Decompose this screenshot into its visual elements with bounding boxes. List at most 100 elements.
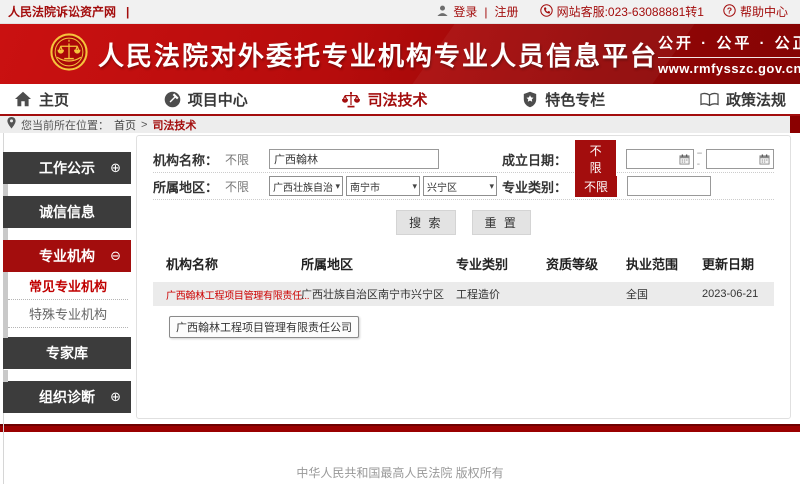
copyright-text: 中华人民共和国最高人民法院 版权所有 <box>296 466 503 480</box>
region-unlimited-option[interactable]: 不限 <box>225 178 255 195</box>
district-select[interactable]: 兴宁区 <box>423 176 497 196</box>
sidebar-item-label: 诚信信息 <box>39 202 95 222</box>
cell-region: 广西壮族自治区南宁市兴宁区 <box>301 286 456 302</box>
site-url: www.rmfysszc.gov.cn <box>658 58 800 76</box>
district-select-value: 兴宁区 <box>427 179 457 194</box>
badge-icon <box>522 91 538 108</box>
nav-label: 项目中心 <box>188 89 248 110</box>
col-header-scope: 执业范围 <box>626 254 702 273</box>
sidebar-item-org-diagnosis[interactable]: 组织诊断 ⊕ <box>3 381 131 413</box>
cell-scope: 全国 <box>626 286 702 302</box>
hotline-text[interactable]: 网站客服:023-63088881转1 <box>557 3 704 20</box>
category-input[interactable] <box>627 176 711 196</box>
reset-button[interactable]: 重 置 <box>472 210 531 235</box>
nav-item-judicial-tech[interactable]: 司法技术 <box>342 89 427 110</box>
sidebar-rail-decoration <box>3 184 8 196</box>
province-select-value: 广西壮族自治 <box>273 179 333 194</box>
site-banner: 人民法院对外委托专业机构专业人员信息平台 公开 · 公平 · 公正 www.rm… <box>0 24 800 84</box>
sidebar-rail-decoration <box>3 370 8 382</box>
org-name-unlimited-option[interactable]: 不限 <box>225 151 255 168</box>
col-header-region: 所属地区 <box>301 254 456 273</box>
content-panel: 机构名称： 不限 成立日期： 不限 --- 所属地区： 不限 广西壮族自治 南宁… <box>136 135 791 419</box>
sidebar-item-expert-pool[interactable]: 专家库 <box>3 337 131 369</box>
cell-category: 工程造价 <box>456 286 546 302</box>
col-header-org-name: 机构名称 <box>166 254 301 273</box>
sidebar-item-label: 专业机构 <box>39 246 95 266</box>
nav-item-policy[interactable]: 政策法规 <box>700 89 786 110</box>
category-unlimited-button[interactable]: 不限 <box>575 176 617 197</box>
nav-label: 政策法规 <box>726 89 786 110</box>
nav-item-project-center[interactable]: 项目中心 <box>164 89 248 110</box>
breadcrumb-current[interactable]: 司法技术 <box>152 117 196 133</box>
org-name-label: 机构名称： <box>153 150 225 169</box>
sidebar-item-work-publicity[interactable]: 工作公示 ⊕ <box>3 152 131 184</box>
user-icon <box>436 4 449 20</box>
help-link[interactable]: 帮助中心 <box>740 3 788 20</box>
site-link[interactable]: 人民法院诉讼资产网 <box>8 3 116 20</box>
nav-label: 司法技术 <box>367 89 427 110</box>
city-select-value: 南宁市 <box>350 179 380 194</box>
nav-item-home[interactable]: 主页 <box>14 89 69 110</box>
slogan: 公开 · 公平 · 公正 <box>658 32 800 58</box>
org-name-input[interactable] <box>269 149 439 169</box>
breadcrumb-separator: > <box>141 119 147 131</box>
court-emblem-logo <box>50 33 88 76</box>
book-icon <box>700 92 719 107</box>
submenu-item-label: 特殊专业机构 <box>29 304 107 323</box>
founded-unlimited-button[interactable]: 不限 <box>575 140 616 178</box>
nav-item-special-column[interactable]: 特色专栏 <box>522 89 605 110</box>
search-button[interactable]: 搜 索 <box>396 210 455 235</box>
expand-plus-icon[interactable]: ⊕ <box>110 389 121 405</box>
sidebar-submenu: 常见专业机构 特殊专业机构 <box>8 272 128 328</box>
project-center-icon <box>164 91 181 108</box>
breadcrumb-home[interactable]: 首页 <box>114 117 136 133</box>
table-row: 广西翰林工程项目管理有限责任... 广西壮族自治区南宁市兴宁区 工程造价 全国 … <box>153 282 774 306</box>
sidebar-item-professional-orgs[interactable]: 专业机构 ⊖ <box>3 240 131 272</box>
home-icon <box>14 91 32 107</box>
site-title: 人民法院对外委托专业机构专业人员信息平台 <box>98 36 658 73</box>
login-link[interactable]: 登录 <box>453 3 477 20</box>
founded-to-input[interactable] <box>706 149 774 169</box>
region-label: 所属地区： <box>153 177 225 196</box>
date-range-separator: --- <box>697 148 704 170</box>
filter-row-2: 所属地区： 不限 广西壮族自治 南宁市 兴宁区 专业类别： 不限 <box>153 173 774 200</box>
help-icon: ? <box>723 4 736 20</box>
org-name-link[interactable]: 广西翰林工程项目管理有限责任... <box>166 287 301 302</box>
top-utility-bar: 人民法院诉讼资产网 | 登录 | 注册 网站客服:023-63088881转1 … <box>0 0 800 24</box>
actions-row: 搜 索 重 置 <box>153 200 774 244</box>
sidebar-rail-decoration <box>3 329 8 338</box>
city-select[interactable]: 南宁市 <box>346 176 420 196</box>
sidebar-item-label: 组织诊断 <box>39 387 95 407</box>
corner-decoration <box>790 116 800 133</box>
divider: | <box>484 5 487 19</box>
breadcrumb-prefix: 您当前所在位置： <box>21 117 109 133</box>
scales-icon <box>342 91 360 108</box>
submenu-item-common-orgs[interactable]: 常见专业机构 <box>8 272 128 300</box>
register-link[interactable]: 注册 <box>495 3 519 20</box>
main-nav: 主页 项目中心 司法技术 特色专栏 政策法规 <box>0 84 800 116</box>
svg-text:?: ? <box>727 5 732 15</box>
table-header: 机构名称 所属地区 专业类别 资质等级 执业范围 更新日期 <box>153 244 774 282</box>
category-label: 专业类别： <box>502 177 567 196</box>
breadcrumb: 您当前所在位置： 首页 > 司法技术 <box>0 116 800 133</box>
nav-label: 主页 <box>39 89 69 110</box>
sidebar-item-label: 工作公示 <box>39 158 95 178</box>
sidebar-rail-decoration <box>3 272 8 329</box>
collapse-minus-icon[interactable]: ⊖ <box>110 248 121 264</box>
nav-label: 特色专栏 <box>545 89 605 110</box>
col-header-updated: 更新日期 <box>702 254 774 273</box>
col-header-category: 专业类别 <box>456 254 546 273</box>
bottom-red-bar <box>0 424 800 432</box>
location-pin-icon <box>7 117 16 132</box>
expand-plus-icon[interactable]: ⊕ <box>110 160 121 176</box>
filter-row-1: 机构名称： 不限 成立日期： 不限 --- <box>153 146 774 173</box>
province-select[interactable]: 广西壮族自治 <box>269 176 343 196</box>
submenu-item-special-orgs[interactable]: 特殊专业机构 <box>8 300 128 328</box>
submenu-item-label: 常见专业机构 <box>29 276 107 295</box>
phone-icon <box>540 4 553 20</box>
sidebar-item-label: 专家库 <box>46 343 88 363</box>
sidebar-item-integrity-info[interactable]: 诚信信息 <box>3 196 131 228</box>
founded-from-input[interactable] <box>626 149 694 169</box>
sidebar: 工作公示 ⊕ 诚信信息 专业机构 ⊖ 常见专业机构 特殊专业机构 专家库 组织诊… <box>0 133 131 424</box>
org-name-tooltip: 广西翰林工程项目管理有限责任公司 <box>169 316 359 338</box>
